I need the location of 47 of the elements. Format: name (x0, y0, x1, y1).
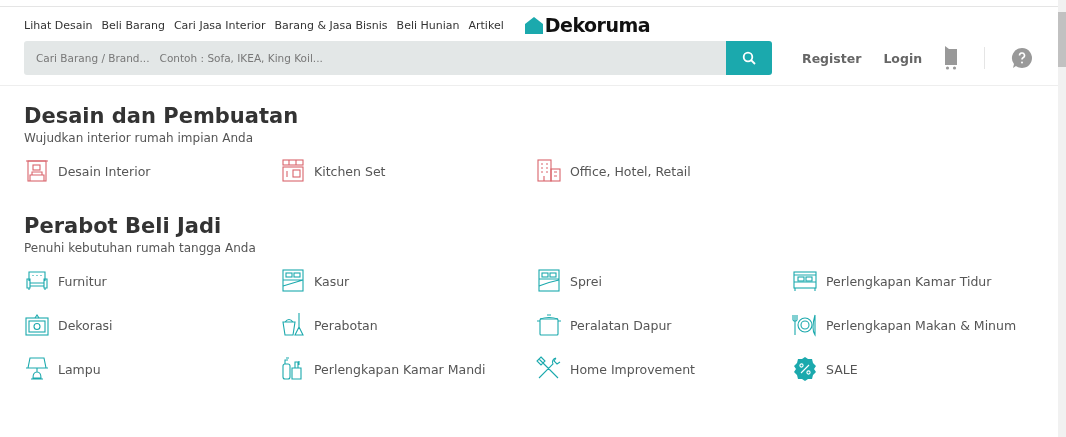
help-icon[interactable] (1011, 47, 1034, 69)
category-link[interactable]: Perabotan (314, 317, 378, 333)
cart-icon[interactable] (944, 46, 959, 70)
pot-icon (536, 312, 562, 338)
nav-link[interactable]: Beli Hunian (396, 18, 460, 32)
search-icon (742, 51, 756, 65)
bucket-broom-icon (280, 312, 306, 338)
nav-link[interactable]: Lihat Desain (24, 18, 93, 32)
category-link[interactable]: Perlengkapan Kamar Mandi (314, 361, 486, 377)
picture-frame-icon (24, 312, 50, 338)
category-link[interactable]: Desain Interior (58, 163, 151, 179)
building-icon (536, 158, 562, 184)
house-icon (524, 16, 543, 34)
cabinet-icon (280, 158, 306, 184)
category-link[interactable]: Kasur (314, 273, 350, 289)
category-link[interactable]: Sprei (570, 273, 602, 289)
interior-icon (24, 158, 50, 184)
scrollbar-thumb[interactable] (1058, 12, 1066, 67)
search-button[interactable] (726, 41, 772, 75)
category-link[interactable]: Dekorasi (58, 317, 113, 333)
nav-link[interactable]: Cari Jasa Interior (173, 18, 266, 32)
nav-link[interactable]: Beli Barang (101, 18, 165, 32)
category-link[interactable]: Kitchen Set (314, 163, 386, 179)
lamp-icon (24, 356, 50, 382)
section-title: Perabot Beli Jadi (24, 214, 223, 238)
account-link[interactable]: Register (802, 50, 862, 66)
account-link[interactable]: Login (883, 50, 923, 66)
nav-link[interactable]: Artikel (468, 18, 504, 32)
category-link[interactable]: Lampu (58, 361, 101, 377)
category-link[interactable]: Home Improvement (570, 361, 695, 377)
bed-icon (280, 268, 306, 294)
section-title: Desain dan Pembuatan (24, 104, 300, 128)
nav-link[interactable]: Barang & Jasa Bisnis (274, 18, 388, 32)
category-link[interactable]: Furnitur (58, 273, 107, 289)
section-subtitle: Wujudkan interior rumah impian Anda (24, 131, 255, 145)
category-link[interactable]: Perlengkapan Kamar Tidur (826, 273, 992, 289)
section-subtitle: Penuhi kebutuhan rumah tangga Anda (24, 241, 257, 255)
bed-sheet-icon (536, 268, 562, 294)
sale-badge-icon (792, 356, 818, 382)
category-link[interactable]: Office, Hotel, Retail (570, 163, 691, 179)
logo[interactable]: Dekoruma (524, 14, 651, 36)
category-link[interactable]: Peralatan Dapur (570, 317, 672, 333)
category-link[interactable]: Perlengkapan Makan & Minum (826, 317, 1017, 333)
category-link[interactable]: SALE (826, 361, 858, 377)
plate-cutlery-icon (792, 312, 818, 338)
logo-text: Dekoruma (544, 14, 651, 36)
double-bed-icon (792, 268, 818, 294)
